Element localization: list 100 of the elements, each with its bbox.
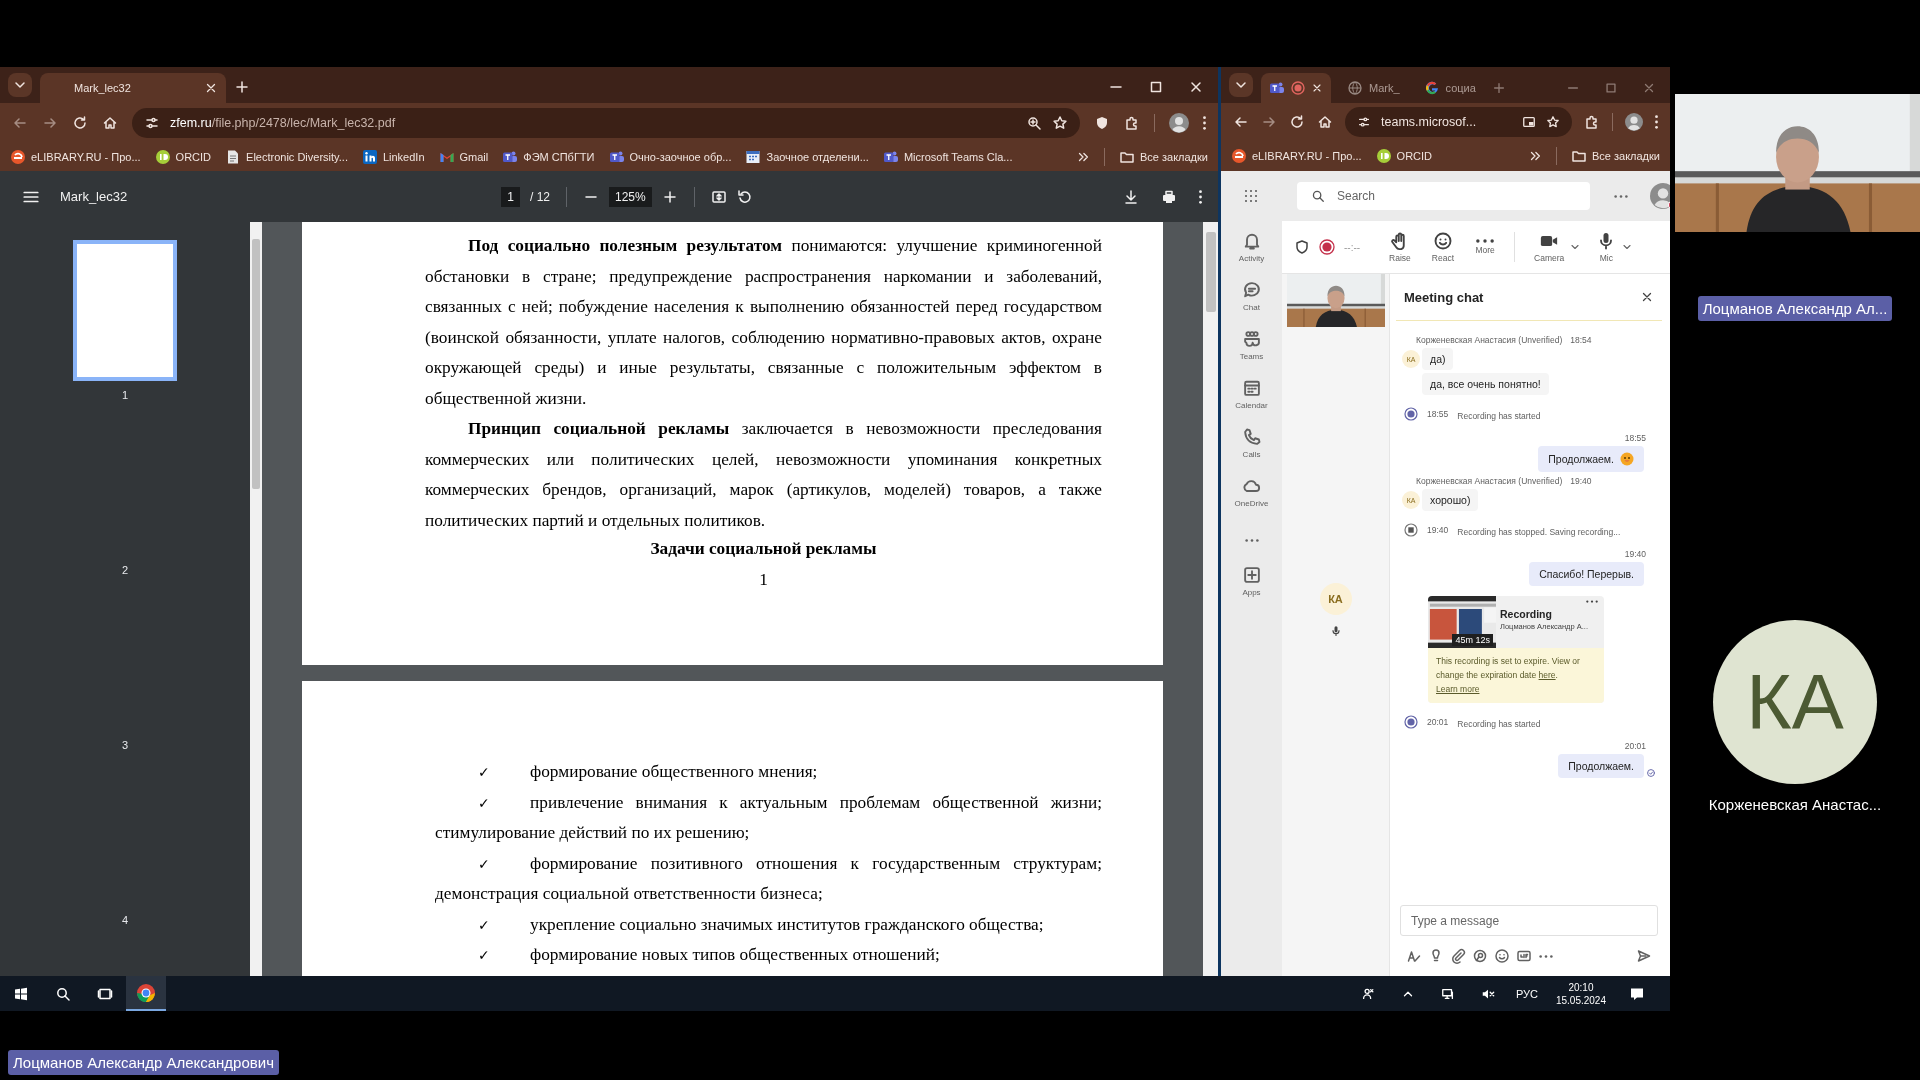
browser-tab[interactable]: социа	[1415, 73, 1484, 103]
zoom-in-icon[interactable]	[661, 188, 678, 205]
mic-button[interactable]: Mic	[1590, 231, 1623, 263]
browser-tab[interactable]: Mark_lec32	[40, 73, 226, 103]
page-thumbnail[interactable]	[73, 240, 177, 381]
start-icon[interactable]	[13, 985, 29, 1002]
scrollbar[interactable]	[250, 222, 262, 976]
reload-icon[interactable]	[72, 115, 88, 131]
zoom-field[interactable]: 125%	[609, 186, 652, 207]
shield-icon[interactable]	[1094, 115, 1110, 131]
more-icon[interactable]	[1243, 538, 1260, 542]
bookmark[interactable]: Заочное отделени...	[745, 149, 869, 165]
more-icon[interactable]	[1199, 188, 1202, 205]
react-button[interactable]: React	[1425, 231, 1461, 263]
fit-page-icon[interactable]	[710, 188, 727, 205]
bookmark[interactable]: Gmail	[438, 149, 489, 165]
close-icon[interactable]	[1311, 82, 1323, 94]
address-bar[interactable]: zfem.ru/file.php/2478/lec/Mark_lec32.pdf	[132, 108, 1080, 138]
all-bookmarks-button[interactable]: Все закладки	[1570, 148, 1660, 164]
emoji-icon[interactable]	[1494, 948, 1510, 964]
bookmark[interactable]: ORCID	[154, 149, 212, 165]
search-icon[interactable]	[55, 985, 71, 1002]
download-icon[interactable]	[1123, 188, 1139, 205]
bookmark[interactable]: Очно-заочное обр...	[608, 149, 732, 165]
star-icon[interactable]	[1052, 115, 1068, 131]
message-field[interactable]: Type a message	[1400, 905, 1658, 936]
nav-item[interactable]: OneDrive	[1234, 476, 1269, 515]
all-bookmarks-button[interactable]: Все закладки	[1118, 149, 1208, 165]
home-icon[interactable]	[1317, 114, 1333, 130]
language-indicator[interactable]: РУС	[1515, 987, 1538, 1000]
site-settings-icon[interactable]	[144, 115, 160, 131]
bookmark[interactable]: LinkedIn	[361, 149, 425, 165]
bookmark[interactable]: eLIBRARY.RU - Про...	[1231, 148, 1362, 164]
home-icon[interactable]	[102, 115, 118, 131]
rotate-icon[interactable]	[736, 188, 753, 205]
loop-icon[interactable]	[1472, 948, 1488, 964]
learn-more-link[interactable]: Learn more	[1436, 682, 1480, 696]
camera-button[interactable]: Camera	[1528, 231, 1571, 263]
address-bar[interactable]: teams.microsof...	[1345, 107, 1572, 137]
close-icon[interactable]	[1640, 290, 1654, 304]
close-icon[interactable]	[1188, 79, 1204, 95]
taskbar-app[interactable]	[126, 976, 166, 1011]
zoom-icon[interactable]	[1026, 115, 1042, 131]
site-settings-icon[interactable]	[1357, 115, 1371, 129]
app-launcher-icon[interactable]	[1243, 188, 1259, 204]
tab-search-button[interactable]	[8, 73, 32, 97]
bookmark[interactable]: Electronic Diversity...	[225, 149, 348, 165]
extensions-icon[interactable]	[1124, 115, 1140, 131]
logo-icon	[608, 149, 625, 165]
more-button[interactable]: More	[1469, 239, 1502, 255]
attach-icon[interactable]	[1450, 948, 1466, 964]
message-time: 19:40	[1623, 549, 1647, 559]
recording-title: Recording	[1500, 608, 1553, 620]
tab-search-button[interactable]	[1229, 73, 1253, 97]
send-icon[interactable]	[1636, 948, 1652, 964]
reload-icon[interactable]	[1289, 114, 1305, 130]
bookmark[interactable]: eLIBRARY.RU - Про...	[10, 149, 141, 165]
bookmark[interactable]: ORCID	[1375, 148, 1433, 164]
avatar-icon[interactable]	[1169, 113, 1189, 133]
calendar-icon	[1241, 378, 1262, 398]
logo-icon	[1269, 80, 1285, 96]
message-time: 20:01	[1623, 741, 1647, 751]
bookmark[interactable]: Microsoft Teams Cla...	[882, 149, 1013, 165]
gif-icon[interactable]	[1516, 948, 1532, 964]
nav-item[interactable]: Activity	[1238, 231, 1265, 270]
logo-icon	[154, 149, 171, 165]
more-icon[interactable]	[1586, 600, 1598, 603]
nav-item[interactable]: Chat	[1241, 280, 1262, 319]
back-icon[interactable]	[12, 115, 28, 131]
forward-icon[interactable]	[42, 115, 58, 131]
scrollbar[interactable]	[1203, 222, 1218, 976]
more-icon[interactable]	[1655, 114, 1658, 130]
more-icon[interactable]	[1203, 115, 1206, 131]
browser-tab[interactable]: Mark_	[1339, 73, 1408, 103]
close-icon[interactable]	[204, 81, 218, 95]
forward-icon[interactable]	[1261, 114, 1277, 130]
more-icon[interactable]	[1538, 954, 1554, 958]
avatar-icon[interactable]	[1625, 113, 1643, 131]
back-icon[interactable]	[1233, 114, 1249, 130]
maximize-icon[interactable]	[1148, 79, 1164, 95]
extensions-icon[interactable]	[1584, 114, 1600, 130]
format-icon[interactable]	[1406, 948, 1422, 964]
page-number-field[interactable]: 1	[501, 186, 520, 207]
nav-item[interactable]: Calls	[1241, 427, 1262, 466]
print-icon[interactable]	[1161, 188, 1177, 205]
raise-button[interactable]: Raise	[1383, 231, 1417, 263]
person-icon[interactable]	[1360, 986, 1375, 1001]
nav-item[interactable]: Calendar	[1235, 378, 1268, 417]
more-icon[interactable]	[1614, 194, 1628, 198]
star-icon[interactable]	[1546, 115, 1560, 129]
link[interactable]: here	[1538, 670, 1556, 680]
nav-item[interactable]: Apps	[1241, 565, 1262, 604]
picture-in-picture-icon[interactable]	[1522, 115, 1536, 129]
bookmark[interactable]: ФЭМ СПбГТИ	[502, 149, 595, 165]
nav-item[interactable]: Teams	[1239, 329, 1264, 368]
new-tab-icon[interactable]	[234, 79, 250, 95]
event-text: Recording has started	[1457, 410, 1541, 423]
search-field[interactable]: Search	[1297, 182, 1590, 210]
thumbnail-label: 1	[121, 389, 129, 401]
network-icon[interactable]	[1440, 986, 1455, 1001]
